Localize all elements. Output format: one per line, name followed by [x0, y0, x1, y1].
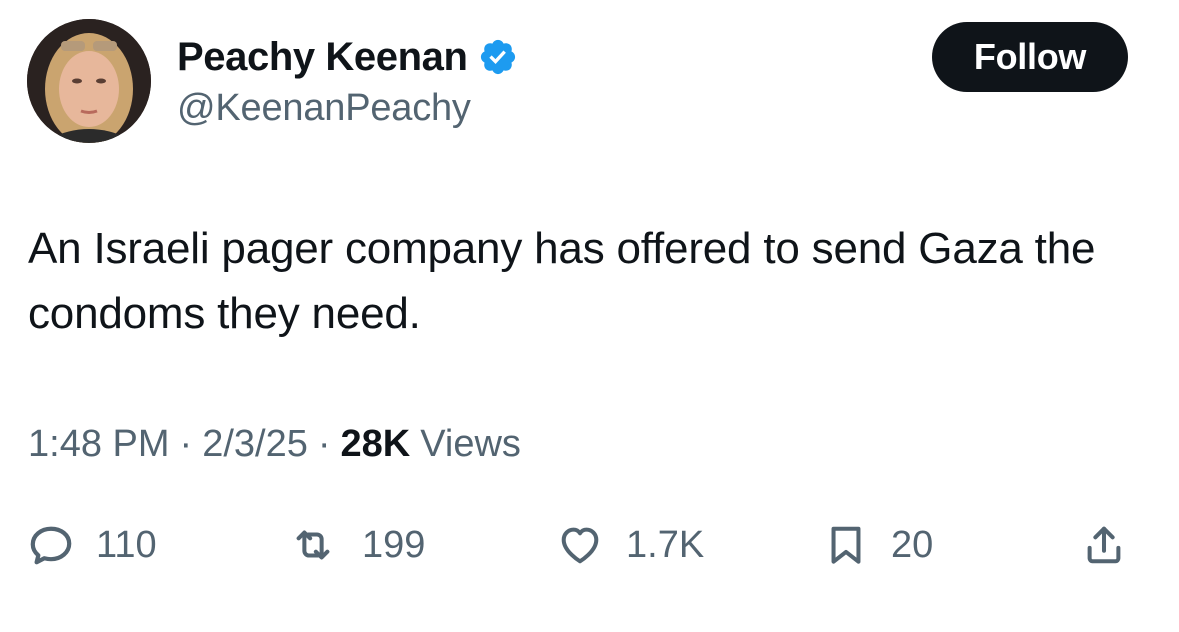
share-button[interactable] — [1081, 510, 1127, 580]
reply-count: 110 — [96, 524, 157, 566]
author-name[interactable]: Peachy Keenan — [177, 36, 468, 78]
tweet-card: Peachy Keenan @KeenanPeachy Follow An Is… — [0, 0, 1179, 632]
author-name-row: Peachy Keenan — [177, 36, 518, 78]
share-icon — [1081, 522, 1127, 568]
tweet-date[interactable]: 2/3/25 — [202, 420, 308, 468]
reply-button[interactable]: 110 — [28, 510, 157, 580]
reply-icon — [28, 522, 74, 568]
action-bar: 110 199 1.7K 20 — [0, 510, 1179, 580]
meta-separator: · — [179, 423, 193, 465]
bookmark-button[interactable]: 20 — [823, 510, 933, 580]
repost-button[interactable]: 199 — [286, 510, 425, 580]
bookmark-count: 20 — [891, 524, 934, 566]
heart-icon — [556, 522, 604, 568]
verified-badge-icon — [478, 37, 518, 77]
views-count[interactable]: 28K — [341, 420, 411, 468]
tweet-time[interactable]: 1:48 PM — [28, 420, 170, 468]
author-handle[interactable]: @KeenanPeachy — [177, 86, 471, 130]
tweet-meta: 1:48 PM · 2/3/25 · 28K Views — [28, 420, 521, 468]
follow-button[interactable]: Follow — [932, 22, 1128, 92]
bookmark-icon — [823, 519, 869, 571]
tweet-text: An Israeli pager company has offered to … — [28, 224, 1096, 338]
repost-count: 199 — [362, 524, 426, 566]
avatar[interactable] — [27, 19, 151, 143]
meta-separator: · — [317, 423, 331, 465]
repost-icon — [286, 522, 340, 568]
views-label[interactable]: Views — [420, 420, 521, 468]
like-count: 1.7K — [626, 524, 705, 566]
like-button[interactable]: 1.7K — [556, 510, 704, 580]
avatar-image — [27, 19, 151, 143]
